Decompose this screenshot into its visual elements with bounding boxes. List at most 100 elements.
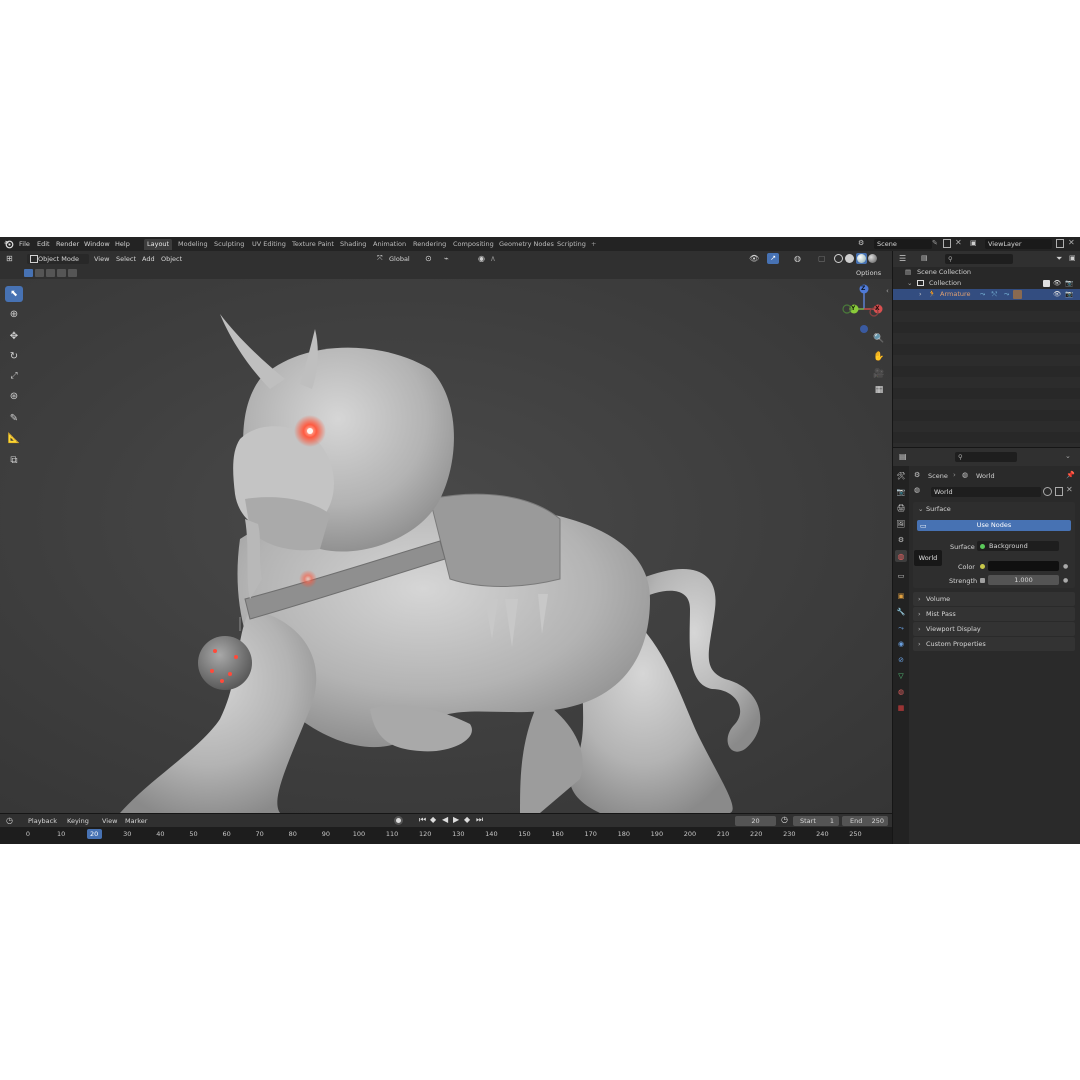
- jump-end-icon[interactable]: ⏭: [476, 815, 483, 825]
- menu-file[interactable]: File: [19, 239, 30, 249]
- wireframe-shading-icon[interactable]: [834, 254, 843, 263]
- world-browse-icon[interactable]: ◍: [914, 486, 920, 494]
- viewport-display-panel[interactable]: › Viewport Display: [913, 622, 1075, 636]
- filter-icon[interactable]: ⏷: [1056, 254, 1062, 264]
- move-tool[interactable]: ✥: [5, 328, 23, 344]
- panel-collapse-icon[interactable]: ⌄: [918, 502, 923, 516]
- area-divider[interactable]: [892, 251, 893, 844]
- scale-tool[interactable]: ⤢: [5, 368, 23, 384]
- tab-compositing[interactable]: Compositing: [450, 239, 497, 250]
- mist-pass-panel[interactable]: › Mist Pass: [913, 607, 1075, 621]
- scene-icon[interactable]: ⚙: [858, 239, 870, 249]
- expand-arrow-icon[interactable]: ›: [919, 289, 922, 300]
- armature-row[interactable]: › 🏃 Armature ⤳ ⤲ ⤳ 👁 📷: [893, 289, 1080, 300]
- tab-scene[interactable]: ⚙: [895, 534, 907, 546]
- collection-row[interactable]: ⌄ Collection 👁 📷: [893, 278, 1080, 289]
- proportional-edit-icon[interactable]: ◉: [478, 254, 485, 263]
- tab-data[interactable]: ▽: [895, 670, 907, 682]
- tab-modifiers[interactable]: 🔧: [895, 606, 907, 618]
- tab-texture-paint[interactable]: Texture Paint: [289, 239, 337, 250]
- delete-scene-icon[interactable]: ✕: [955, 238, 962, 247]
- tab-sculpting[interactable]: Sculpting: [211, 239, 247, 250]
- options-dropdown[interactable]: Options: [856, 268, 881, 278]
- clock-icon[interactable]: ◷: [781, 815, 788, 824]
- eye-icon[interactable]: 👁: [1053, 278, 1061, 289]
- unlink-icon[interactable]: ✕: [1066, 485, 1073, 494]
- camera-view-button[interactable]: 🎥: [873, 368, 885, 380]
- 3d-viewport[interactable]: ⬉ ⊕ ✥ ↻ ⤢ ⊛ ✎ 📐 ⧉ Z Y X 🔍 ✋ 🎥 ▦ ‹: [0, 279, 892, 813]
- menu-add[interactable]: Add: [142, 254, 155, 264]
- transform-orientation-dropdown[interactable]: Global: [389, 254, 410, 264]
- tab-constraints[interactable]: ⊘: [895, 654, 907, 666]
- menu-window[interactable]: Window: [84, 239, 110, 249]
- rendered-shading-icon[interactable]: [868, 254, 877, 263]
- viewlayer-selector[interactable]: ViewLayer: [985, 239, 1052, 249]
- properties-search-input[interactable]: ⚲: [955, 452, 1017, 462]
- viewlayer-icon[interactable]: ▣: [970, 239, 980, 249]
- collapse-sidebar-icon[interactable]: ‹: [886, 287, 889, 295]
- delete-viewlayer-icon[interactable]: ✕: [1068, 238, 1075, 247]
- tab-scripting[interactable]: Scripting: [554, 239, 589, 250]
- surface-shader-dropdown[interactable]: Background: [977, 541, 1059, 551]
- tab-layout[interactable]: Layout: [144, 239, 173, 250]
- timeline-editor-icon[interactable]: ◷: [6, 816, 13, 825]
- world-name-field[interactable]: World: [931, 487, 1041, 497]
- volume-panel[interactable]: › Volume: [913, 592, 1075, 606]
- color-swatch[interactable]: [988, 561, 1059, 571]
- menu-timeline-view[interactable]: View: [102, 816, 117, 826]
- options-chevron-icon[interactable]: ⌄: [1065, 452, 1071, 460]
- falloff-icon[interactable]: ∧: [490, 254, 496, 263]
- strength-field[interactable]: 1.000: [988, 575, 1059, 585]
- menu-select[interactable]: Select: [116, 254, 136, 264]
- surface-panel-title[interactable]: Surface: [926, 502, 951, 516]
- jump-start-icon[interactable]: ⏮: [419, 815, 426, 825]
- strength-options-icon[interactable]: ●: [1063, 574, 1068, 588]
- solid-shading-icon[interactable]: [845, 254, 854, 263]
- play-reverse-icon[interactable]: ◀: [442, 815, 448, 824]
- rotate-tool[interactable]: ↻: [5, 348, 23, 364]
- area-divider[interactable]: [0, 813, 892, 814]
- tab-render[interactable]: 📷: [895, 486, 907, 498]
- select-mode-invert-icon[interactable]: [57, 269, 66, 277]
- start-frame-field[interactable]: Start 1: [793, 816, 839, 826]
- outliner-search-input[interactable]: ⚲: [945, 254, 1013, 264]
- tab-animation[interactable]: Animation: [370, 239, 409, 250]
- record-icon[interactable]: [394, 816, 403, 825]
- new-scene-icon[interactable]: [943, 239, 951, 248]
- menu-view[interactable]: View: [94, 254, 109, 264]
- tab-uv-editing[interactable]: UV Editing: [249, 239, 289, 250]
- select-box-tool[interactable]: ⬉: [5, 286, 23, 302]
- menu-help[interactable]: Help: [115, 239, 130, 249]
- pivot-icon[interactable]: ⊙: [425, 254, 432, 263]
- add-cube-tool[interactable]: ⧉: [5, 452, 23, 468]
- menu-playback[interactable]: Playback: [28, 816, 57, 826]
- tab-texture[interactable]: ▦: [895, 702, 907, 714]
- navigation-gizmo[interactable]: Z Y X: [840, 283, 888, 335]
- next-keyframe-icon[interactable]: ◆: [464, 815, 470, 824]
- menu-edit[interactable]: Edit: [37, 239, 50, 249]
- select-mode-subtract-icon[interactable]: [46, 269, 55, 277]
- tab-object[interactable]: ▣: [895, 590, 907, 602]
- select-mode-intersect-icon[interactable]: [68, 269, 77, 277]
- snap-icon[interactable]: ⌁: [444, 254, 449, 263]
- camera-render-icon[interactable]: 📷: [1065, 289, 1073, 300]
- zoom-button[interactable]: 🔍: [873, 333, 885, 345]
- xray-icon[interactable]: ▢: [818, 254, 826, 263]
- scene-collection-row[interactable]: ▤ Scene Collection: [893, 267, 1080, 278]
- select-mode-extend-icon[interactable]: [35, 269, 44, 277]
- display-mode-icon[interactable]: ▤: [921, 254, 928, 262]
- new-collection-icon[interactable]: ▣: [1069, 254, 1076, 262]
- end-frame-field[interactable]: End 250: [842, 816, 888, 826]
- outliner-editor-icon[interactable]: ☰: [899, 254, 906, 263]
- menu-object[interactable]: Object: [161, 254, 182, 264]
- eye-icon[interactable]: 👁: [1053, 289, 1061, 300]
- tab-output[interactable]: 🖨: [895, 502, 907, 514]
- pin-icon[interactable]: 📌: [1066, 471, 1075, 479]
- perspective-toggle-button[interactable]: ▦: [873, 384, 885, 396]
- play-icon[interactable]: ▶: [453, 815, 459, 824]
- current-frame-field[interactable]: 20: [735, 816, 776, 826]
- exclude-checkbox[interactable]: [1043, 280, 1050, 287]
- duplicate-icon[interactable]: [1055, 487, 1063, 496]
- tab-collection[interactable]: ▭: [895, 570, 907, 582]
- annotate-tool[interactable]: ✎: [5, 410, 23, 426]
